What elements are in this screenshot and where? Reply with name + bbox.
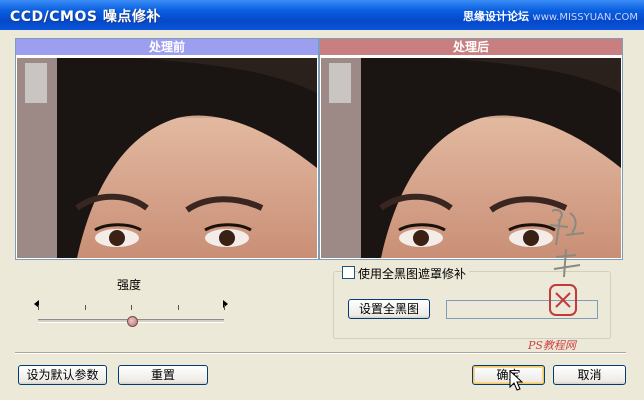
before-photo[interactable]: [17, 58, 317, 258]
slider-tick: [38, 305, 39, 310]
mask-checkbox-label[interactable]: 使用全黑图遮罩修补: [358, 265, 470, 282]
before-photo-image: [17, 58, 317, 258]
after-panel-header: 处理后: [320, 39, 622, 55]
footer-watermark: PS教程网: [528, 339, 576, 352]
before-panel: 处理前: [15, 38, 319, 260]
arrow-cursor-icon: [509, 370, 523, 391]
strength-slider[interactable]: [32, 296, 232, 330]
calligraphy-watermark: [549, 209, 585, 316]
slider-ticks: [38, 305, 225, 311]
watermark-site: www.MISSYUAN.COM: [532, 12, 638, 23]
strength-label: 强度: [117, 278, 142, 292]
title-bar: CCD/CMOS 噪点修补 思缘设计论坛 www.MISSYUAN.COM: [0, 0, 644, 30]
set-black-image-button[interactable]: 设置全黑图: [348, 299, 430, 319]
slider-thumb[interactable]: [127, 316, 139, 327]
before-panel-header: 处理前: [16, 39, 318, 55]
window-title: CCD/CMOS 噪点修补: [10, 9, 161, 25]
cancel-button[interactable]: 取消: [553, 365, 626, 385]
slider-tick: [177, 305, 179, 310]
mask-checkbox[interactable]: [342, 266, 355, 279]
reset-button[interactable]: 重置: [118, 365, 208, 385]
slider-tick: [131, 305, 132, 310]
slider-tick: [224, 305, 225, 310]
top-watermark: 思缘设计论坛 www.MISSYUAN.COM: [463, 8, 638, 24]
set-default-button[interactable]: 设为默认参数: [18, 365, 107, 385]
watermark-main: 思缘设计论坛: [463, 10, 530, 23]
slider-tick: [84, 305, 86, 310]
